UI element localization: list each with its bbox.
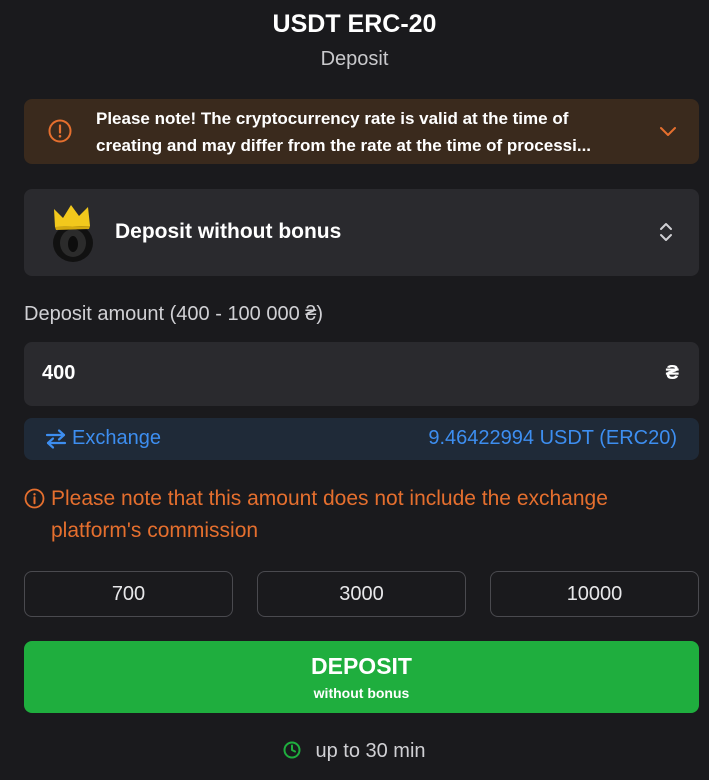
processing-time: up to 30 min — [0, 740, 709, 763]
deposit-button[interactable]: DEPOSIT without bonus — [24, 641, 699, 713]
preset-amount-button[interactable]: 10000 — [490, 571, 699, 617]
preset-amount-button[interactable]: 3000 — [257, 571, 466, 617]
deposit-amount-value[interactable]: 400 — [42, 362, 75, 385]
bonus-selected-label: Deposit without bonus — [115, 220, 342, 243]
rate-notice-line-2: creating and may differ from the rate at… — [96, 136, 592, 155]
info-circle-icon — [24, 488, 45, 509]
rate-notice-line-1: Please note! The cryptocurrency rate is … — [96, 109, 569, 128]
page-subtitle: Deposit — [320, 48, 389, 70]
currency-symbol: ₴ — [665, 362, 679, 384]
exchange-label[interactable]: Exchange — [72, 427, 161, 450]
chevron-up-down-icon — [660, 223, 672, 241]
rate-notice-text: Please note! The cryptocurrency rate is … — [96, 105, 656, 159]
deposit-page: USDT ERC-20 Deposit Please note! The cry… — [0, 0, 709, 780]
bonus-selector[interactable]: Deposit without bonus — [24, 189, 699, 276]
crown-logo-icon — [53, 205, 93, 262]
deposit-amount-label: Deposit amount (400 - 100 000 ₴) — [24, 303, 324, 325]
commission-warning-text: Please note that this amount does not in… — [51, 487, 608, 542]
clock-icon — [283, 741, 301, 759]
warning-circle-icon — [48, 119, 72, 143]
exchange-value: 9.46422994 USDT (ERC20) — [428, 427, 677, 449]
deposit-amount-input[interactable]: 400 ₴ — [24, 342, 699, 406]
exchange-row[interactable]: Exchange 9.46422994 USDT (ERC20) — [24, 418, 699, 460]
processing-time-text: up to 30 min — [315, 740, 426, 762]
page-title: USDT ERC-20 — [272, 10, 437, 38]
swap-arrows-icon — [45, 429, 67, 449]
chevron-down-icon[interactable] — [657, 120, 679, 142]
rate-notice-banner[interactable]: Please note! The cryptocurrency rate is … — [24, 99, 699, 164]
deposit-button-label: DEPOSIT — [311, 653, 412, 679]
deposit-button-sublabel: without bonus — [313, 685, 410, 701]
preset-amount-button[interactable]: 700 — [24, 571, 233, 617]
